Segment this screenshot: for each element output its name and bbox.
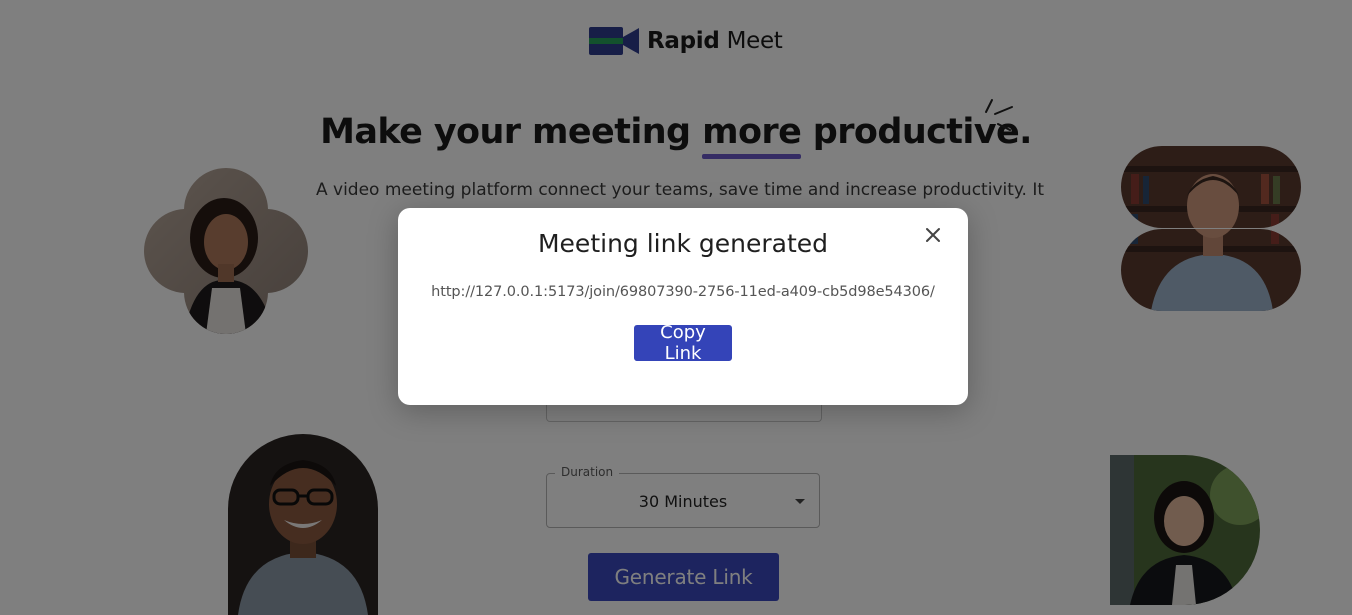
meeting-link-text[interactable]: http://127.0.0.1:5173/join/69807390-2756… [398, 284, 968, 300]
copy-link-button[interactable]: Copy Link [634, 322, 732, 364]
close-button[interactable] [922, 224, 944, 246]
meeting-link-dialog: Meeting link generated http://127.0.0.1:… [398, 208, 968, 405]
close-icon [926, 228, 940, 242]
dialog-title: Meeting link generated [537, 229, 829, 258]
